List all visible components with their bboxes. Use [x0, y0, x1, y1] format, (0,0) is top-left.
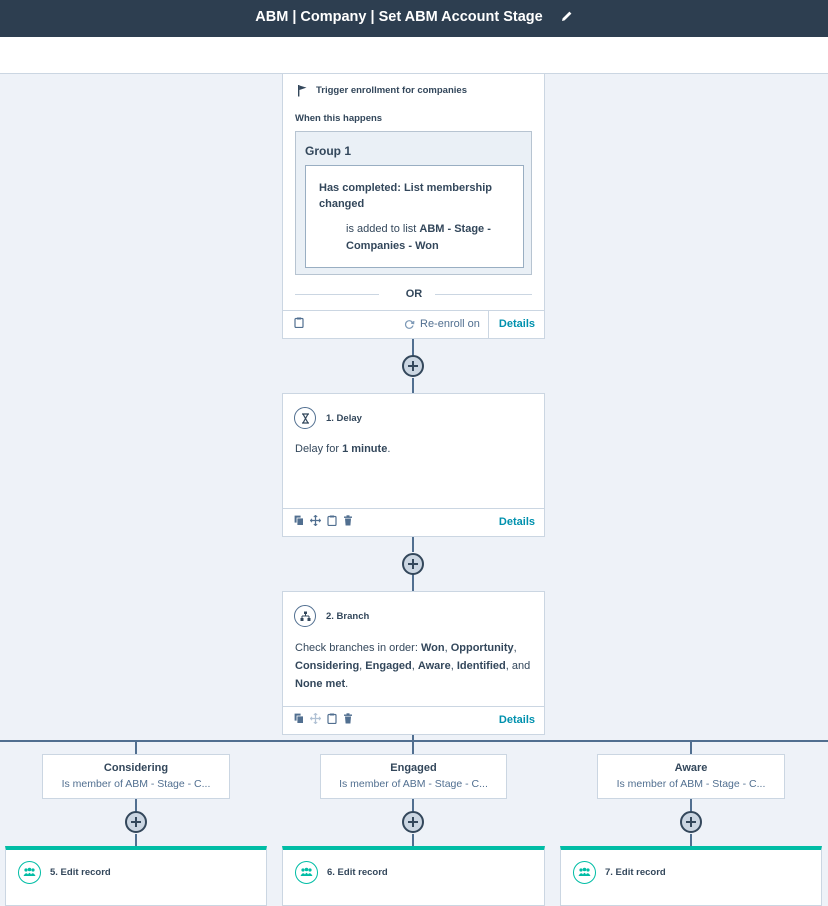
people-icon — [573, 861, 596, 884]
move-icon[interactable] — [310, 713, 321, 724]
branch-subtitle: Is member of ABM - Stage - C... — [61, 778, 211, 790]
connector-line — [412, 378, 414, 394]
add-action-button[interactable] — [402, 553, 424, 575]
delay-description: Delay for 1 minute. — [295, 443, 391, 455]
delay-action-card[interactable]: 1. Delay Delay for 1 minute. Details — [282, 393, 545, 537]
branch-label: 2. Branch — [326, 610, 370, 622]
connector-line — [690, 740, 692, 755]
sub-toolbar — [0, 37, 828, 74]
divider — [435, 294, 532, 295]
delay-details-link[interactable]: Details — [499, 516, 535, 528]
add-action-button[interactable] — [125, 811, 147, 833]
connector-line — [412, 536, 414, 552]
trigger-card[interactable]: Trigger enrollment for companies When th… — [282, 74, 545, 339]
branch-subtitle: Is member of ABM - Stage - C... — [339, 778, 488, 790]
trigger-group[interactable]: Group 1 Has completed: List membership c… — [295, 131, 532, 275]
branch-label-aware[interactable]: Aware Is member of ABM - Stage - C... — [597, 754, 785, 799]
trigger-details-link[interactable]: Details — [499, 318, 535, 330]
branch-title: Aware — [674, 762, 708, 774]
pencil-icon[interactable] — [561, 10, 573, 26]
trigger-heading: Trigger enrollment for companies — [316, 85, 467, 96]
refresh-icon — [404, 319, 415, 329]
clipboard-icon[interactable] — [294, 317, 304, 328]
condition-detail: is added to list ABM - Stage - Companies… — [346, 223, 491, 252]
hourglass-icon — [294, 407, 316, 429]
connector-line — [412, 740, 414, 755]
add-action-button[interactable] — [402, 355, 424, 377]
or-label: OR — [405, 288, 423, 300]
trigger-condition[interactable]: Has completed: List membership changed i… — [305, 165, 524, 268]
connector-line — [135, 740, 137, 755]
when-label: When this happens — [295, 113, 383, 124]
branch-subtitle: Is member of ABM - Stage - C... — [616, 778, 766, 790]
branch-footer: Details — [283, 706, 544, 734]
flag-icon — [298, 85, 307, 97]
connector-line — [412, 574, 414, 592]
condition-title: Has completed: List membership changed — [319, 182, 492, 210]
branch-action-card[interactable]: 2. Branch Check branches in order: Won, … — [282, 591, 545, 735]
clipboard-icon[interactable] — [327, 515, 337, 526]
trash-icon[interactable] — [343, 515, 353, 526]
people-icon — [295, 861, 318, 884]
edit-record-card[interactable]: 6. Edit record — [282, 846, 545, 906]
trash-icon[interactable] — [343, 713, 353, 724]
add-action-button[interactable] — [402, 811, 424, 833]
branch-split-line — [0, 740, 828, 742]
edit-record-card[interactable]: 5. Edit record — [5, 846, 267, 906]
trigger-footer: Re-enroll on Details — [283, 310, 544, 338]
delay-label: 1. Delay — [326, 412, 362, 424]
branch-details-link[interactable]: Details — [499, 714, 535, 726]
copy-icon[interactable] — [294, 713, 304, 724]
branch-label-considering[interactable]: Considering Is member of ABM - Stage - C… — [42, 754, 230, 799]
edit-record-label: 7. Edit record — [605, 867, 666, 878]
clipboard-icon[interactable] — [327, 713, 337, 724]
branch-title: Considering — [103, 762, 169, 774]
add-action-button[interactable] — [680, 811, 702, 833]
branch-title: Engaged — [390, 762, 437, 774]
branch-icon — [294, 605, 316, 627]
people-icon — [18, 861, 41, 884]
workflow-title-text: ABM | Company | Set ABM Account Stage — [255, 9, 543, 25]
group-title: Group 1 — [305, 144, 352, 158]
divider — [295, 294, 379, 295]
branch-label-engaged[interactable]: Engaged Is member of ABM - Stage - C... — [320, 754, 507, 799]
reenroll-label: Re-enroll on — [420, 318, 480, 330]
edit-record-card[interactable]: 7. Edit record — [560, 846, 822, 906]
edit-record-label: 6. Edit record — [327, 867, 388, 878]
workflow-canvas[interactable]: Trigger enrollment for companies When th… — [0, 74, 828, 906]
branch-description: Check branches in order: Won, Opportunit… — [295, 642, 531, 690]
workflow-title[interactable]: ABM | Company | Set ABM Account Stage — [0, 9, 828, 26]
delay-footer: Details — [283, 508, 544, 536]
move-icon[interactable] — [310, 515, 321, 526]
delay-duration: 1 minute — [342, 443, 388, 455]
copy-icon[interactable] — [294, 515, 304, 526]
edit-record-label: 5. Edit record — [50, 867, 111, 878]
top-bar: ABM | Company | Set ABM Account Stage — [0, 0, 828, 37]
